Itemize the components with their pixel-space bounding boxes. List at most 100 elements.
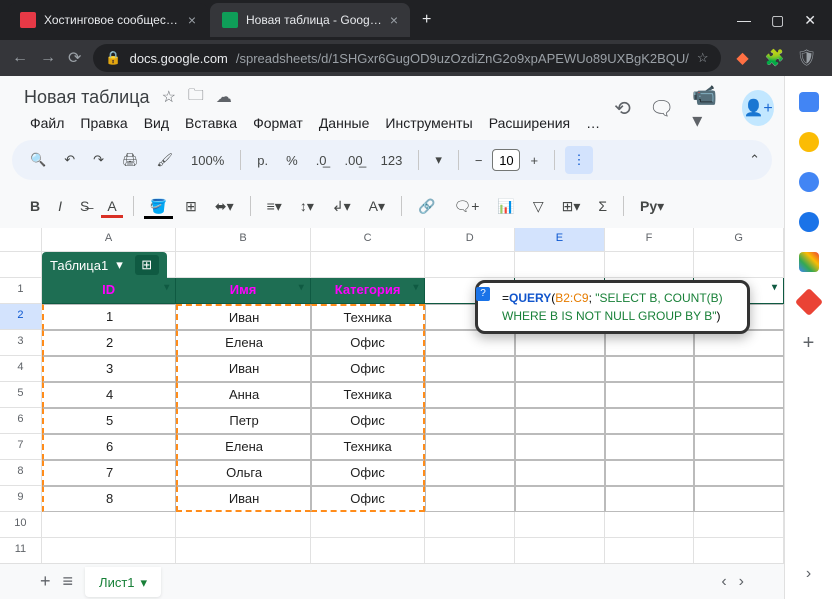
col-header-e[interactable]: E bbox=[515, 228, 605, 252]
col-header-b[interactable]: B bbox=[176, 228, 310, 252]
scroll-right-icon[interactable]: › bbox=[739, 573, 744, 591]
select-all-corner[interactable] bbox=[0, 228, 42, 252]
font-select[interactable]: ▾ bbox=[429, 148, 448, 172]
row-header-8[interactable]: 8 bbox=[0, 460, 42, 486]
close-icon[interactable]: × bbox=[390, 12, 398, 28]
row-header-2[interactable]: 2 bbox=[0, 304, 42, 330]
add-sheet-button[interactable]: + bbox=[40, 571, 51, 592]
filter-views-button[interactable]: ⊞▾ bbox=[556, 194, 587, 219]
maps-icon[interactable] bbox=[799, 252, 819, 272]
font-size-decrease[interactable]: − bbox=[469, 149, 489, 172]
spreadsheet-grid[interactable]: A B C D E F G Таблица1 ▾ ⊞ bbox=[0, 228, 784, 563]
ext-icon-1[interactable]: ◆ bbox=[733, 48, 753, 68]
row-header-7[interactable]: 7 bbox=[0, 434, 42, 460]
decrease-decimal-button[interactable]: .0̲ bbox=[310, 149, 333, 172]
menu-data[interactable]: Данные bbox=[313, 113, 376, 133]
chevron-down-icon[interactable]: ▾ bbox=[116, 257, 123, 273]
redo-button[interactable]: ↷ bbox=[87, 148, 110, 172]
bold-button[interactable]: B bbox=[24, 194, 46, 218]
table-name-banner[interactable]: Таблица1 ▾ ⊞ bbox=[42, 252, 167, 278]
cell-a2[interactable]: 1 bbox=[42, 304, 176, 330]
document-title[interactable]: Новая таблица bbox=[24, 87, 150, 108]
menu-extensions[interactable]: Расширения bbox=[483, 113, 576, 133]
print-button[interactable]: 🖨 bbox=[116, 148, 145, 172]
table-grid-icon[interactable]: ⊞ bbox=[135, 255, 159, 275]
star-icon[interactable]: ☆ bbox=[697, 50, 709, 66]
col-header-d[interactable]: D bbox=[425, 228, 515, 252]
col-header-f[interactable]: F bbox=[605, 228, 695, 252]
menu-view[interactable]: Вид bbox=[138, 113, 175, 133]
row-header-6[interactable]: 6 bbox=[0, 408, 42, 434]
browser-tab-2[interactable]: Новая таблица - Google Табли × bbox=[210, 3, 410, 37]
filter-button[interactable]: ▽ bbox=[527, 194, 550, 219]
toolbar-more-button[interactable]: ⋮ bbox=[565, 146, 593, 174]
insert-comment-button[interactable]: 🗨+ bbox=[447, 194, 485, 219]
cloud-icon[interactable]: ☁ bbox=[216, 87, 232, 107]
col-header-a[interactable]: A bbox=[42, 228, 176, 252]
menu-tools[interactable]: Инструменты bbox=[379, 113, 478, 133]
formula-editor-popup[interactable]: ? =QUERY(B2:C9; "SELECT B, COUNT(B) WHER… bbox=[475, 280, 750, 334]
collapse-panel-icon[interactable]: › bbox=[806, 565, 811, 583]
menu-edit[interactable]: Правка bbox=[74, 113, 133, 133]
table-header-name[interactable]: Имя bbox=[176, 278, 310, 304]
star-icon[interactable]: ☆ bbox=[162, 87, 176, 107]
percent-button[interactable]: % bbox=[280, 149, 304, 172]
font-size-increase[interactable]: + bbox=[524, 149, 544, 172]
zoom-select[interactable]: 100% bbox=[185, 151, 230, 170]
comment-icon[interactable]: 🗨 bbox=[649, 96, 674, 121]
close-icon[interactable]: ✕ bbox=[804, 12, 816, 29]
add-panel-button[interactable]: + bbox=[803, 332, 815, 355]
ext-icon-3[interactable]: 🛡 bbox=[797, 48, 817, 68]
col-header-g[interactable]: G bbox=[694, 228, 784, 252]
paint-format-button[interactable]: 🖌 bbox=[151, 148, 180, 172]
undo-button[interactable]: ↶ bbox=[58, 148, 81, 172]
reload-button[interactable]: ⟳ bbox=[68, 48, 81, 68]
menu-icon[interactable]: ⋮ bbox=[829, 48, 832, 68]
maximize-icon[interactable]: ▢ bbox=[771, 12, 784, 29]
italic-button[interactable]: I bbox=[52, 194, 68, 218]
v-align-button[interactable]: ↕▾ bbox=[294, 194, 320, 219]
insert-chart-button[interactable]: 📊 bbox=[491, 194, 520, 219]
row-header-3[interactable]: 3 bbox=[0, 330, 42, 356]
calendar-icon[interactable] bbox=[799, 92, 819, 112]
meet-icon[interactable]: 📹▾ bbox=[692, 83, 724, 133]
tasks-icon[interactable] bbox=[799, 172, 819, 192]
ext-icon-2[interactable]: 🧩 bbox=[765, 48, 785, 68]
col-header-c[interactable]: C bbox=[311, 228, 426, 252]
back-button[interactable]: ← bbox=[12, 49, 28, 67]
cell-b2[interactable]: Иван bbox=[176, 304, 310, 330]
font-size-input[interactable] bbox=[492, 149, 520, 171]
increase-decimal-button[interactable]: .00̲ bbox=[339, 149, 369, 172]
functions-button[interactable]: Σ bbox=[592, 194, 613, 218]
menu-insert[interactable]: Вставка bbox=[179, 113, 243, 133]
minimize-icon[interactable]: — bbox=[737, 12, 751, 29]
table-header-id[interactable]: ID bbox=[42, 278, 176, 304]
currency-button[interactable]: р. bbox=[251, 149, 274, 172]
cell-c2[interactable]: Техника bbox=[311, 304, 426, 330]
all-sheets-button[interactable]: ≡ bbox=[63, 571, 74, 592]
addon-icon[interactable] bbox=[794, 288, 822, 316]
move-icon[interactable]: 🗀 bbox=[188, 84, 204, 111]
row-header-1[interactable]: 1 bbox=[0, 278, 42, 304]
chevron-down-icon[interactable]: ▾ bbox=[141, 575, 148, 591]
h-align-button[interactable]: ≡▾ bbox=[261, 194, 288, 219]
rotate-button[interactable]: A▾ bbox=[363, 194, 391, 219]
fill-color-button[interactable]: 🪣 bbox=[144, 194, 173, 219]
borders-button[interactable]: ⊞ bbox=[179, 194, 203, 219]
history-icon[interactable]: ⟲ bbox=[614, 96, 631, 121]
formula-help-icon[interactable]: ? bbox=[476, 287, 490, 301]
menu-file[interactable]: Файл bbox=[24, 113, 70, 133]
url-input[interactable]: 🔒 docs.google.com/spreadsheets/d/1SHGxr6… bbox=[93, 44, 720, 72]
menu-more[interactable]: … bbox=[580, 113, 606, 133]
text-color-button[interactable]: A bbox=[101, 194, 122, 218]
sheet-tab-1[interactable]: Лист1 ▾ bbox=[85, 567, 161, 597]
row-header-9[interactable]: 9 bbox=[0, 486, 42, 512]
scroll-left-icon[interactable]: ‹ bbox=[721, 573, 726, 591]
wrap-button[interactable]: ↲▾ bbox=[326, 194, 357, 219]
keep-icon[interactable] bbox=[799, 132, 819, 152]
search-icon[interactable]: 🔍 bbox=[24, 148, 52, 172]
language-button[interactable]: Ру▾ bbox=[634, 194, 670, 219]
table-header-category[interactable]: Категория bbox=[311, 278, 426, 304]
contacts-icon[interactable] bbox=[799, 212, 819, 232]
menu-format[interactable]: Формат bbox=[247, 113, 309, 133]
